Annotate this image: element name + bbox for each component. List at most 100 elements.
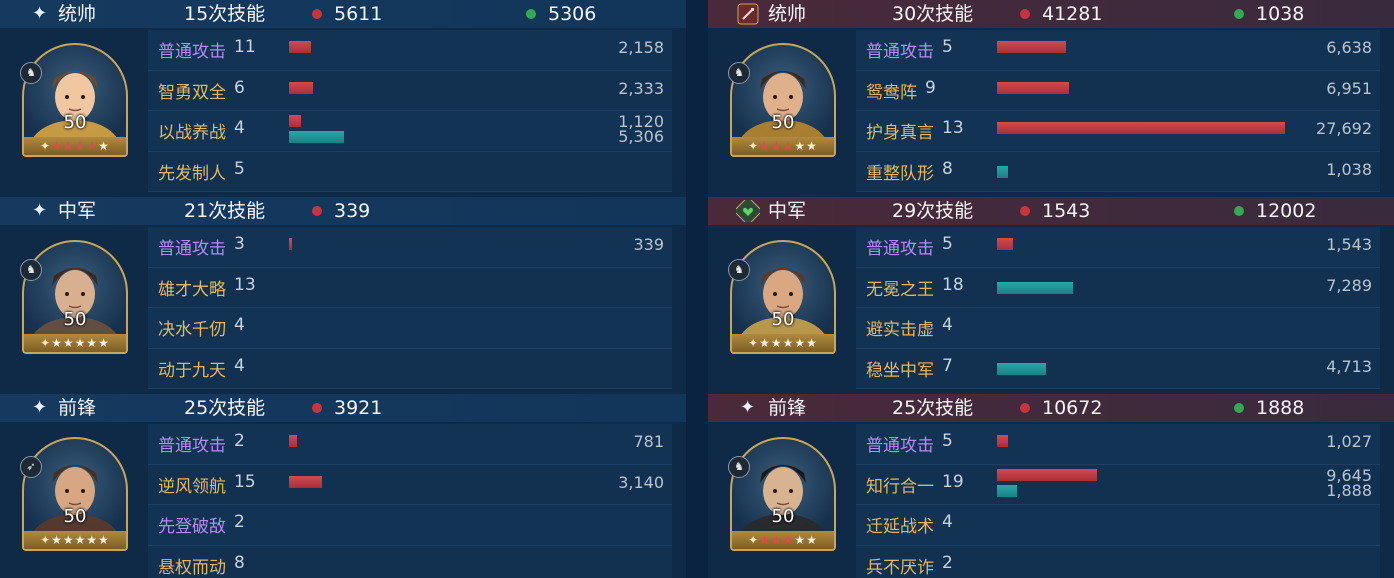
general-level: 50 xyxy=(63,506,87,527)
skill-name: 先登破敌 xyxy=(158,517,226,537)
total-damage: 1543 xyxy=(1042,200,1091,222)
general-portrait[interactable]: 50 ✦★★★★★ xyxy=(22,43,128,157)
skill-row[interactable]: 护身真言 13 27,692 xyxy=(856,111,1380,152)
cavalry-icon: ♞ xyxy=(20,259,42,281)
general-portrait[interactable]: 50 ✦★★★★★ xyxy=(730,240,836,354)
skill-row[interactable]: 雄才大略 13 xyxy=(148,267,672,308)
skill-row[interactable]: 稳坐中军 7 4,713 xyxy=(856,348,1380,389)
damage-dot-icon xyxy=(1020,206,1030,216)
skill-row[interactable]: 普通攻击 5 1,543 xyxy=(856,227,1380,268)
skill-row[interactable]: 以战养战 4 1,120 5,306 xyxy=(148,111,672,152)
total-damage: 5611 xyxy=(334,3,383,25)
damage-dot-icon xyxy=(312,403,322,413)
star-rating: ✦★★★★★ xyxy=(24,334,126,352)
section-header: ✦ 中军 21次技能 339 xyxy=(0,197,686,225)
skill-row[interactable]: 普通攻击 11 2,158 xyxy=(148,30,672,71)
general-portrait[interactable]: 50 ✦★★★★★ xyxy=(22,240,128,354)
skill-trigger-count: 5 xyxy=(942,234,953,254)
position-label: 中军 xyxy=(58,200,97,222)
skill-row[interactable]: 普通攻击 2 781 xyxy=(148,424,672,465)
sparkle-icon: ✦ xyxy=(32,397,48,418)
skill-row[interactable]: 鸳鸯阵 9 6,951 xyxy=(856,70,1380,111)
position-label: 中军 xyxy=(768,200,807,222)
skill-row[interactable]: 重整队形 8 1,038 xyxy=(856,151,1380,192)
damage-bar xyxy=(997,41,1067,53)
position-label: 前锋 xyxy=(768,397,807,419)
skill-row[interactable]: 先登破敌 2 xyxy=(148,505,672,546)
skill-list: 普通攻击 2 781 逆风领航 15 3,140 先登破敌 2 悬权而动 8 xyxy=(148,424,672,578)
damage-value: 6,638 xyxy=(1326,38,1372,57)
skill-name: 以战养战 xyxy=(158,123,226,143)
damage-bar xyxy=(997,122,1285,134)
skill-row[interactable]: 知行合一 19 9,645 1,888 xyxy=(856,464,1380,505)
heal-dot-icon xyxy=(1234,9,1244,19)
total-heal: 1038 xyxy=(1256,3,1305,25)
star-rating: ✦★★★★★ xyxy=(24,531,126,549)
skill-trigger-count: 4 xyxy=(234,355,245,376)
skill-row[interactable]: 逆风领航 15 3,140 xyxy=(148,464,672,505)
general-level: 50 xyxy=(63,309,87,330)
sparkle-icon: ✦ xyxy=(32,3,48,24)
skill-row[interactable]: 决水千仞 4 xyxy=(148,308,672,349)
roster-section-0: ✦ 统帅 15次技能 5611 5306 ♞ 50 ✦★★★★★ 普通攻击 11 2,158 智勇双全… xyxy=(0,0,686,196)
damage-bar xyxy=(289,41,312,53)
heal-bar xyxy=(997,281,1073,294)
skill-row[interactable]: 迁延战术 4 xyxy=(856,505,1380,546)
skill-row[interactable]: 先发制人 5 xyxy=(148,151,672,192)
total-damage: 3921 xyxy=(334,397,383,419)
skill-trigger-count: 11 xyxy=(234,37,256,57)
skill-row[interactable]: 无冕之王 18 7,289 xyxy=(856,267,1380,308)
skill-trigger-count: 4 xyxy=(942,315,953,335)
right-team-panel: 统帅 30次技能 41281 1038 ♞ 50 ✦★★★★★ 普通攻击 5 6,638 鸳鸯阵 9 6… xyxy=(708,0,1394,578)
skill-trigger-count: 19 xyxy=(942,471,964,492)
skill-trigger-count: 2 xyxy=(942,552,953,573)
section-header: 统帅 30次技能 41281 1038 xyxy=(708,0,1394,28)
skill-trigger-count: 13 xyxy=(942,118,964,138)
skill-row[interactable]: 普通攻击 3 339 xyxy=(148,227,672,268)
skill-trigger-count: 13 xyxy=(234,274,256,295)
damage-bar xyxy=(289,238,293,250)
skill-list: 普通攻击 5 1,027 知行合一 19 9,645 1,888 迁延战术 4 兵不厌诈 2 xyxy=(856,424,1380,578)
skill-trigger-count: 4 xyxy=(942,512,953,532)
skill-trigger-count: 9 xyxy=(925,77,936,98)
skill-row[interactable]: 普通攻击 5 1,027 xyxy=(856,424,1380,465)
skill-name: 决水千仞 xyxy=(158,320,226,340)
skill-name: 逆风领航 xyxy=(158,476,226,497)
damage-value: 2,158 xyxy=(618,38,664,57)
skill-row[interactable]: 动于九天 4 xyxy=(148,348,672,389)
heal-bar xyxy=(289,131,344,143)
damage-value: 2,333 xyxy=(618,78,664,98)
skill-trigger-count: 15 xyxy=(234,471,256,492)
skill-name: 兵不厌诈 xyxy=(866,557,934,578)
skill-trigger-count: 4 xyxy=(234,315,245,335)
roster-section-2: ✦ 前锋 25次技能 10672 1888 ♞ 50 ✦★★★★★ 普通攻击 5 1,027 知行合一… xyxy=(708,394,1394,578)
cavalry-icon: ♞ xyxy=(728,62,750,84)
section-header: 中军 29次技能 1543 12002 xyxy=(708,197,1394,225)
sword-badge-icon xyxy=(736,3,760,25)
skill-name: 智勇双全 xyxy=(158,82,226,103)
heal-bar xyxy=(997,362,1046,375)
damage-dot-icon xyxy=(312,206,322,216)
star-rating: ✦★★★★★ xyxy=(732,137,834,155)
skill-name: 鸳鸯阵 xyxy=(866,82,917,103)
section-header: ✦ 统帅 15次技能 5611 5306 xyxy=(0,0,686,28)
skill-name: 动于九天 xyxy=(158,360,226,381)
skill-row[interactable]: 兵不厌诈 2 xyxy=(856,545,1380,578)
skill-name: 普通攻击 xyxy=(866,239,934,259)
star-rating: ✦★★★★★ xyxy=(24,137,126,155)
skill-name: 稳坐中军 xyxy=(866,360,934,381)
damage-bar xyxy=(997,435,1008,447)
general-portrait[interactable]: 50 ✦★★★★★ xyxy=(730,437,836,551)
skill-cast-count: 21次技能 xyxy=(184,200,266,222)
general-portrait[interactable]: 50 ✦★★★★★ xyxy=(22,437,128,551)
skill-row[interactable]: 悬权而动 8 xyxy=(148,545,672,578)
cavalry-icon: ♞ xyxy=(728,259,750,281)
sparkle-icon: ✦ xyxy=(32,200,48,221)
skill-row[interactable]: 普通攻击 5 6,638 xyxy=(856,30,1380,71)
skill-row[interactable]: 避实击虚 4 xyxy=(856,308,1380,349)
skill-row[interactable]: 智勇双全 6 2,333 xyxy=(148,70,672,111)
skill-list: 普通攻击 3 339 雄才大略 13 决水千仞 4 动于九天 4 xyxy=(148,227,672,389)
heal-dot-icon xyxy=(1234,403,1244,413)
general-portrait[interactable]: 50 ✦★★★★★ xyxy=(730,43,836,157)
skill-trigger-count: 3 xyxy=(234,234,245,254)
